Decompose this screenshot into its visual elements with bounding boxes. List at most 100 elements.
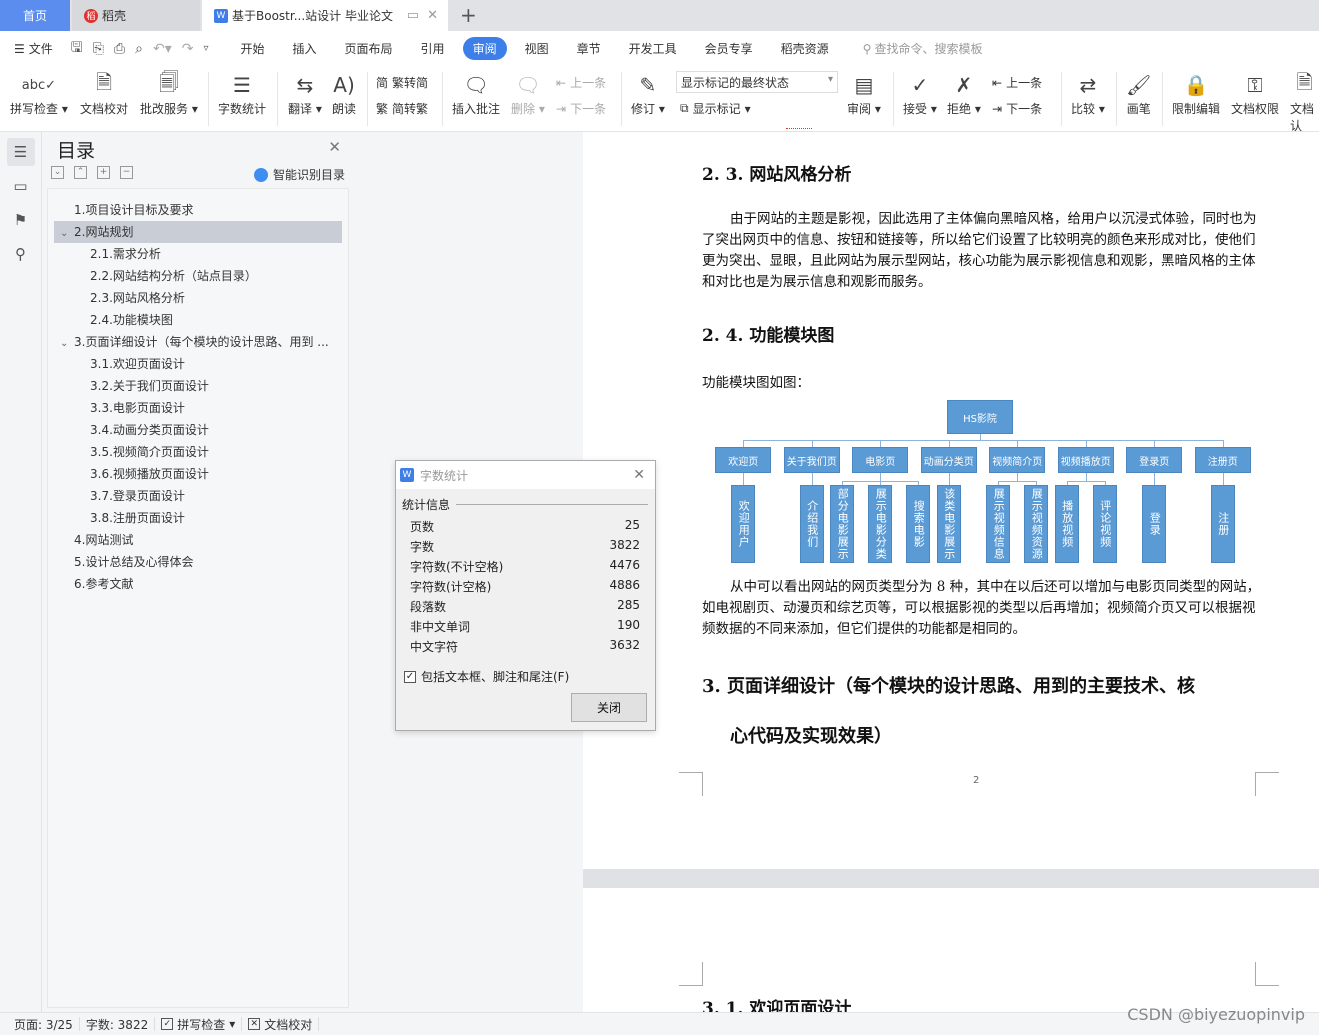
customize-icon[interactable]: ▿ [203, 43, 208, 54]
word-count-button[interactable]: ☰ 字数统计 [218, 70, 266, 117]
toc-item[interactable]: 1.项目设计目标及要求 [48, 199, 348, 221]
toc-icon[interactable]: ☰ [6, 138, 35, 166]
file-menu[interactable]: ☰ 文件 [14, 40, 53, 57]
insert-comment-button[interactable]: 🗨 插入批注 [452, 70, 500, 117]
toc-item[interactable]: 2.3.网站风格分析 [48, 287, 348, 309]
expand-all-icon[interactable]: + [97, 166, 110, 179]
tab-document[interactable]: W 基于Boostr...站设计 毕业论文 ▭ ✕ [202, 0, 448, 31]
redo-icon[interactable]: ↷ [182, 41, 194, 57]
smart-toc-button[interactable]: 智能识别目录 [253, 166, 345, 183]
menu-tab[interactable]: 稻壳资源 [771, 37, 839, 60]
reject-button[interactable]: ✗ 拒绝 ▾ [947, 70, 981, 117]
doc-cert-label: 文档认 [1290, 102, 1315, 133]
chart-page-node: 关于我们页 [783, 447, 840, 473]
print-preview-icon[interactable]: ⌕ [135, 41, 143, 57]
menu-tab[interactable]: 页面布局 [335, 37, 403, 60]
include-textbox-checkbox[interactable]: ✓ 包括文本框、脚注和尾注(F) [404, 668, 569, 685]
markup-state-select[interactable]: 显示标记的最终状态 [676, 71, 838, 93]
compare-button[interactable]: ⇄ 比较 ▾ [1071, 70, 1105, 117]
close-tab-icon[interactable]: ✕ [427, 8, 438, 23]
toc-item[interactable]: 5.设计总结及心得体会 [48, 551, 348, 573]
track-changes-button[interactable]: ✎ 修订 ▾ [631, 70, 665, 117]
accept-button[interactable]: ✓ 接受 ▾ [903, 70, 937, 117]
toc-item[interactable]: 3.2.关于我们页面设计 [48, 375, 348, 397]
pen-icon: 🖌 [1126, 73, 1152, 97]
dialog-title-bar[interactable]: W 字数统计 ✕ [396, 461, 655, 489]
review-pane-button[interactable]: ▤ 审阅 ▾ [847, 70, 881, 117]
save-icon[interactable]: 🖫 [71, 37, 83, 61]
insert-comment-icon: 🗨 [463, 73, 489, 97]
show-markup-button[interactable]: ⧉ 显示标记 ▾ [680, 100, 751, 117]
read-aloud-button[interactable]: A) 朗读 [332, 70, 356, 117]
toc-item[interactable]: 3.8.注册页面设计 [48, 507, 348, 529]
doc-proof-status[interactable]: ✕ 文档校对 [242, 1017, 320, 1032]
word-count-indicator[interactable]: 字数: 3822 [80, 1017, 156, 1032]
spell-check-button[interactable]: abc✓ 拼写检查 ▾ [10, 70, 68, 117]
find-icon[interactable]: ⚲ [7, 240, 35, 268]
undo-icon[interactable]: ↶▾ [153, 41, 172, 57]
stat-label: 字数 [410, 540, 435, 554]
simp-to-trad-button[interactable]: 繁简转繁 [376, 100, 428, 117]
toc-item[interactable]: 3.5.视频简介页面设计 [48, 441, 348, 463]
trad-to-simp-button[interactable]: 简繁转简 [376, 74, 428, 91]
doc-cert-button[interactable]: 🗎 文档认 [1290, 70, 1319, 134]
menu-tab[interactable]: 插入 [283, 37, 327, 60]
doc-cert-icon: 🗎 [1296, 70, 1313, 94]
toc-item[interactable]: 3.3.电影页面设计 [48, 397, 348, 419]
chapter-icon[interactable]: ▭ [7, 172, 35, 200]
print-icon[interactable]: ⎙ [114, 41, 125, 57]
toc-item[interactable]: 2.4.功能模块图 [48, 309, 348, 331]
next-comment-button[interactable]: ⇥ 下一条 [556, 100, 606, 117]
reject-label: 拒绝 [947, 102, 972, 116]
close-icon[interactable]: ✕ [328, 138, 341, 156]
close-button[interactable]: 关闭 [571, 693, 647, 722]
export-icon[interactable]: ⎘ [93, 41, 104, 57]
toc-item[interactable]: 6.参考文献 [48, 573, 348, 595]
collapse-up-icon[interactable]: ⌃ [74, 166, 87, 179]
command-search[interactable]: ⚲ 查找命令、搜索模板 [863, 40, 983, 57]
next-change-button[interactable]: ⇥ 下一条 [992, 100, 1042, 117]
pen-button[interactable]: 🖌 画笔 [1126, 70, 1151, 117]
spell-check-status[interactable]: ✓ 拼写检查 ▾ [155, 1017, 243, 1032]
chart-function-node: 展示视频信息 [986, 485, 1011, 563]
bookmark-icon[interactable]: ⚑ [7, 206, 35, 234]
connector-line [743, 440, 745, 447]
correction-service-button[interactable]: 🗐 批改服务 ▾ [140, 70, 198, 117]
toc-item[interactable]: 4.网站测试 [48, 529, 348, 551]
toc-item[interactable]: 3.7.登录页面设计 [48, 485, 348, 507]
prev-change-button[interactable]: ⇤ 上一条 [992, 74, 1042, 91]
menu-tab[interactable]: 审阅 [462, 37, 507, 60]
menu-tab[interactable]: 引用 [411, 37, 455, 60]
doc-proof-button[interactable]: 🗎 文档校对 [80, 70, 128, 117]
tab-home[interactable]: 首页 [0, 0, 70, 31]
menu-tab[interactable]: 会员专享 [695, 37, 763, 60]
translate-button[interactable]: ⇆ 翻译 ▾ [288, 70, 322, 117]
menu-tab[interactable]: 章节 [567, 37, 611, 60]
spell-check-status-label: 拼写检查 [177, 1017, 226, 1032]
toc-item[interactable]: ⌄ 3.页面详细设计（每个模块的设计思路、用到 ... [48, 331, 348, 353]
toc-item[interactable]: 3.6.视频播放页面设计 [48, 463, 348, 485]
menu-tab[interactable]: 开发工具 [619, 37, 687, 60]
doc-permission-button[interactable]: ⚿ 文档权限 [1231, 70, 1279, 117]
chevron-down-icon[interactable]: ⌄ [60, 223, 74, 243]
toc-item[interactable]: ⌄ 2.网站规划 [54, 221, 342, 243]
connector-line [1017, 473, 1019, 481]
restrict-edit-button[interactable]: 🔒 限制编辑 [1172, 70, 1220, 117]
page-indicator[interactable]: 页面: 3/25 [8, 1017, 80, 1032]
collapse-all-icon[interactable]: − [120, 166, 133, 179]
dialog-close-icon[interactable]: ✕ [633, 467, 645, 483]
toc-item[interactable]: 2.1.需求分析 [48, 243, 348, 265]
separator [442, 72, 443, 126]
new-tab-button[interactable]: + [460, 3, 477, 27]
expand-down-icon[interactable]: ⌄ [51, 166, 64, 179]
toc-item[interactable]: 2.2.网站结构分析（站点目录） [48, 265, 348, 287]
toc-item[interactable]: 3.4.动画分类页面设计 [48, 419, 348, 441]
menu-tab[interactable]: 视图 [515, 37, 559, 60]
tab-daoke[interactable]: 稻稻壳 [72, 0, 200, 31]
toc-item[interactable]: 3.1.欢迎页面设计 [48, 353, 348, 375]
menu-tab[interactable]: 开始 [231, 37, 275, 60]
pin-window-icon[interactable]: ▭ [407, 8, 419, 23]
chevron-down-icon[interactable]: ⌄ [60, 333, 74, 353]
delete-comment-button[interactable]: 🗨 删除 ▾ [511, 70, 545, 117]
prev-comment-button[interactable]: ⇤ 上一条 [556, 74, 606, 91]
